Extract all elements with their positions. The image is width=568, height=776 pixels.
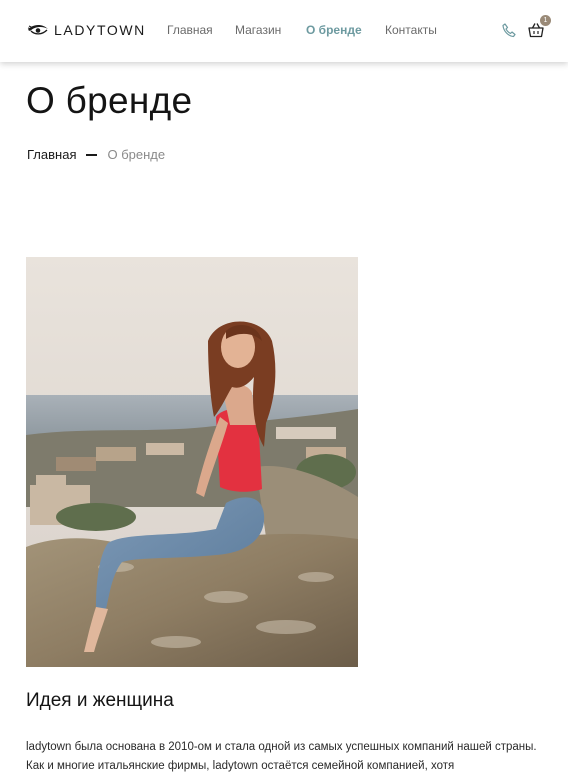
section-heading: Идея и женщина — [26, 690, 174, 711]
woman-sitting-on-rock-photo — [26, 257, 358, 667]
nav-item-contacts[interactable]: Контакты — [385, 23, 437, 37]
nav-item-home[interactable]: Главная — [167, 23, 213, 37]
nav-item-about[interactable]: О бренде — [306, 23, 362, 37]
cart-count-badge: 1 — [540, 15, 551, 26]
breadcrumb: Главная О бренде — [27, 147, 165, 162]
site-header: LADYTOWN Главная Магазин О бренде Контак… — [0, 0, 568, 62]
phone-icon[interactable] — [501, 22, 517, 38]
logo-eye-icon — [27, 24, 48, 35]
logo-text: LADYTOWN — [54, 22, 146, 38]
breadcrumb-current: О бренде — [107, 147, 166, 162]
nav-item-shop[interactable]: Магазин — [235, 23, 281, 37]
breadcrumb-separator — [86, 153, 98, 156]
logo[interactable]: LADYTOWN — [27, 20, 146, 40]
page-title: О бренде — [26, 80, 193, 121]
about-brand-photo — [26, 257, 358, 667]
about-paragraph: ladytown была основана в 2010-ом и стала… — [26, 741, 537, 772]
breadcrumb-home-link[interactable]: Главная — [27, 147, 76, 162]
